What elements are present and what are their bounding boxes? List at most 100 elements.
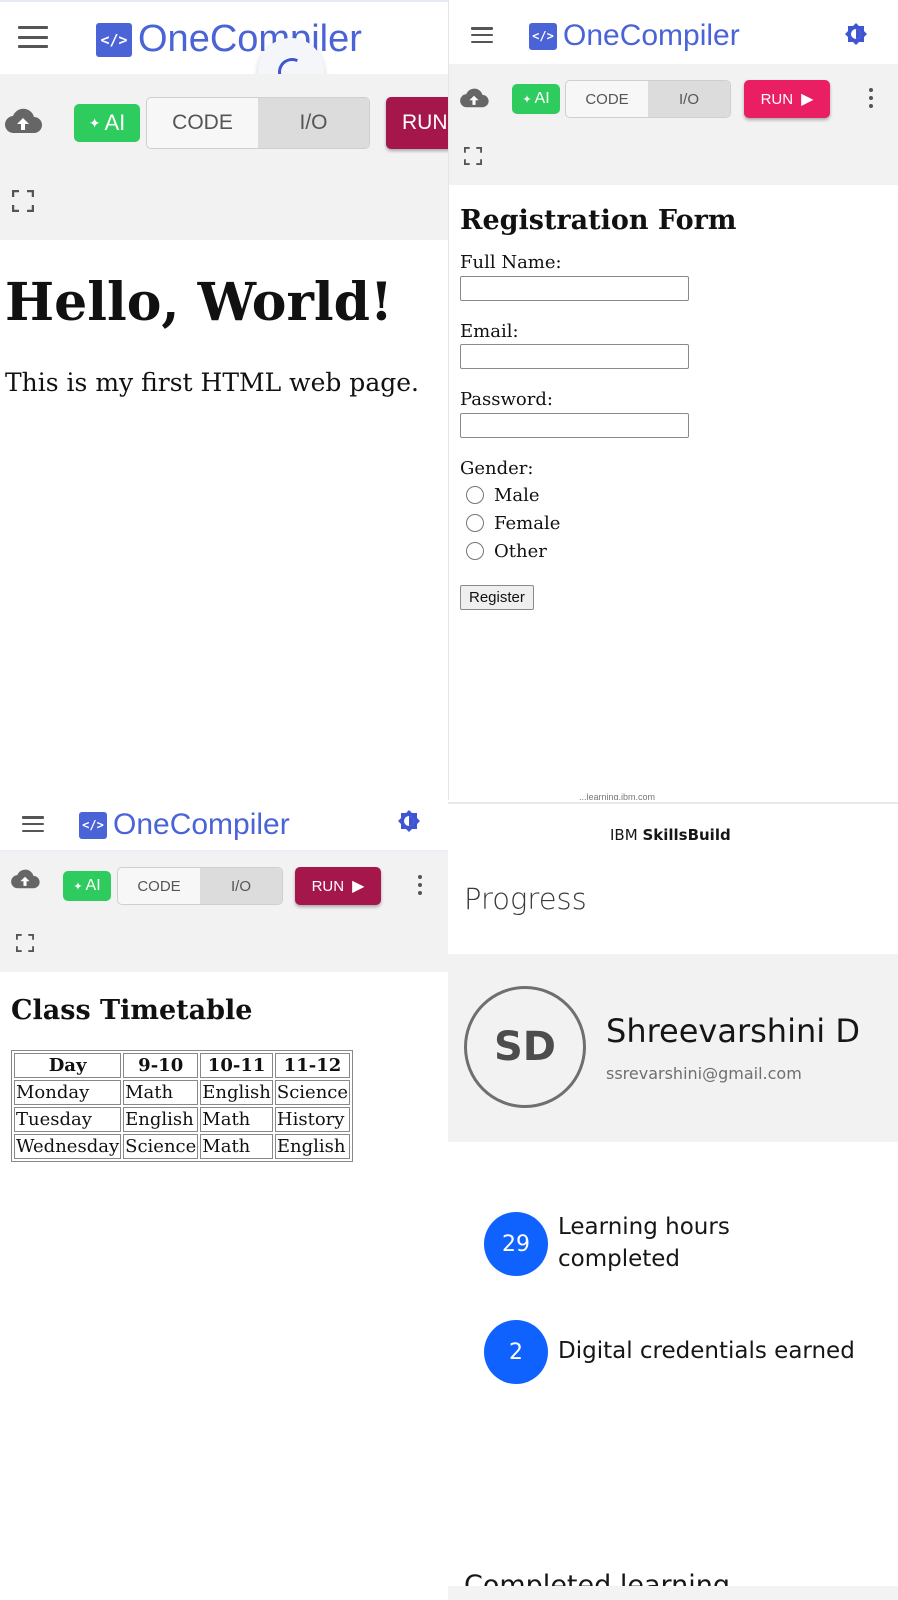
logo-text: OneCompiler [113,808,290,841]
menu-icon[interactable] [471,27,493,43]
view-toggle: CODE I/O [565,80,731,118]
table-row: Wednesday Science Math English [14,1134,351,1159]
table-header: 9-10 [123,1053,199,1078]
gender-option-female[interactable]: Female [466,509,888,537]
panel-hello-world: </> OneCompiler ✦ AI CODE I/O RUN Hello, … [0,0,448,800]
tab-io[interactable]: I/O [648,81,730,117]
radio-button[interactable] [466,542,484,561]
page-heading: Hello, World! [5,272,393,333]
table-header: 11-12 [274,1053,351,1078]
onecompiler-logo[interactable]: </> OneCompiler [529,19,740,53]
run-button[interactable]: RUN ▶ [744,80,830,118]
profile-name: Shreevarshini D [606,1012,860,1050]
table-header-row: Day 9-10 10-11 11-12 [14,1053,351,1078]
onecompiler-header: </> OneCompiler [0,0,448,74]
tab-code[interactable]: CODE [566,81,648,117]
register-button[interactable]: Register [460,585,534,611]
theme-toggle-icon[interactable] [845,23,867,49]
menu-icon[interactable] [18,26,48,48]
ai-button[interactable]: ✦ AI [512,84,560,114]
theme-toggle-icon[interactable] [398,810,420,836]
progress-heading: Progress [464,882,587,916]
more-options-icon[interactable] [418,875,422,895]
profile-email: ssrevarshini@gmail.com [606,1064,802,1083]
table-cell: Math [200,1134,273,1159]
fullscreen-icon[interactable] [463,146,483,169]
view-toggle: CODE I/O [117,867,283,905]
logo-text: OneCompiler [138,18,362,60]
tab-code[interactable]: CODE [118,868,200,904]
table-row: Tuesday English Math History [14,1107,351,1132]
url-fragment: ...learning.ibm.com [579,792,656,800]
table-cell: History [274,1107,351,1132]
timetable-title: Class Timetable [11,995,253,1026]
logo-text: OneCompiler [563,19,740,52]
stat-label: Learning hours completed [558,1214,730,1272]
ibm-skillsbuild-logo[interactable]: IBM SkillsBuild [610,826,731,844]
timetable-section: Class Timetable Day 9-10 10-11 11-12 Mon… [11,995,354,1162]
panel-timetable: </> OneCompiler ✦ AI CODE I/O RUN ▶ Class … [0,800,448,1600]
email-input[interactable] [460,344,689,370]
form-title: Registration Form [460,205,737,236]
view-toggle: CODE I/O [146,97,370,149]
fullscreen-icon[interactable] [11,189,35,216]
tab-io[interactable]: I/O [200,868,282,904]
profile-card: SD Shreevarshini D ssrevarshini@gmail.co… [448,954,898,1142]
email-label: Email: [460,320,519,342]
radio-button[interactable] [466,514,484,533]
timetable-table: Day 9-10 10-11 11-12 Monday Math English… [11,1050,354,1162]
registration-form: Registration Form Full Name: Email: Pass… [460,205,888,611]
stat-value-badge: 29 [484,1212,548,1276]
onecompiler-header: </> OneCompiler [0,800,448,850]
table-cell: English [274,1134,351,1159]
play-icon: ▶ [801,91,814,108]
stat-digital-credentials: 2 Digital credentials earned [484,1320,855,1384]
table-cell: Math [123,1080,199,1105]
table-cell: Monday [14,1080,122,1105]
table-cell: English [200,1080,273,1105]
sparkle-icon: ✦ [73,880,83,893]
bottom-bar [448,1586,898,1600]
more-options-icon[interactable] [869,88,873,108]
tab-code[interactable]: CODE [147,98,258,148]
fullscreen-icon[interactable] [15,933,35,956]
run-button[interactable]: RUN [386,97,448,149]
panel-registration: </> OneCompiler ✦ AI CODE I/O RUN ▶ Regist… [448,0,898,800]
table-cell: Math [200,1107,273,1132]
full-name-label: Full Name: [460,252,562,273]
divider [448,802,898,804]
radio-button[interactable] [466,486,484,505]
cloud-upload-icon[interactable] [4,108,43,138]
onecompiler-logo[interactable]: </> OneCompiler [96,18,362,61]
table-cell: Science [123,1134,199,1159]
sparkle-icon: ✦ [88,114,101,131]
password-label: Password: [460,389,553,411]
gender-option-other[interactable]: Other [466,537,888,565]
password-input[interactable] [460,412,689,438]
cloud-upload-icon[interactable] [459,88,489,112]
onecompiler-logo[interactable]: </> OneCompiler [79,808,290,842]
code-logo-icon: </> [79,811,107,839]
full-name-input[interactable] [460,275,689,301]
table-cell: Tuesday [14,1107,122,1132]
page-paragraph: This is my first HTML web page. [5,368,419,397]
stat-learning-hours: 29 Learning hours completed [484,1212,758,1276]
run-button[interactable]: RUN ▶ [295,867,381,905]
cloud-upload-icon[interactable] [10,869,40,893]
avatar: SD [464,986,586,1108]
panel-skillsbuild-progress: IBM SkillsBuild Progress SD Shreevarshin… [448,800,898,1600]
stat-label: Digital credentials earned [558,1338,855,1365]
play-icon: ▶ [352,878,365,895]
gender-option-male[interactable]: Male [466,481,888,509]
sparkle-icon: ✦ [522,93,532,106]
menu-icon[interactable] [22,816,44,832]
table-header: Day [14,1053,122,1078]
table-header: 10-11 [200,1053,273,1078]
table-cell: Science [274,1080,351,1105]
tab-io[interactable]: I/O [258,98,369,148]
ai-button[interactable]: ✦ AI [63,871,111,901]
ai-button[interactable]: ✦ AI [74,104,140,142]
table-row: Monday Math English Science [14,1080,351,1105]
onecompiler-header: </> OneCompiler [449,6,898,64]
code-logo-icon: </> [96,22,132,57]
